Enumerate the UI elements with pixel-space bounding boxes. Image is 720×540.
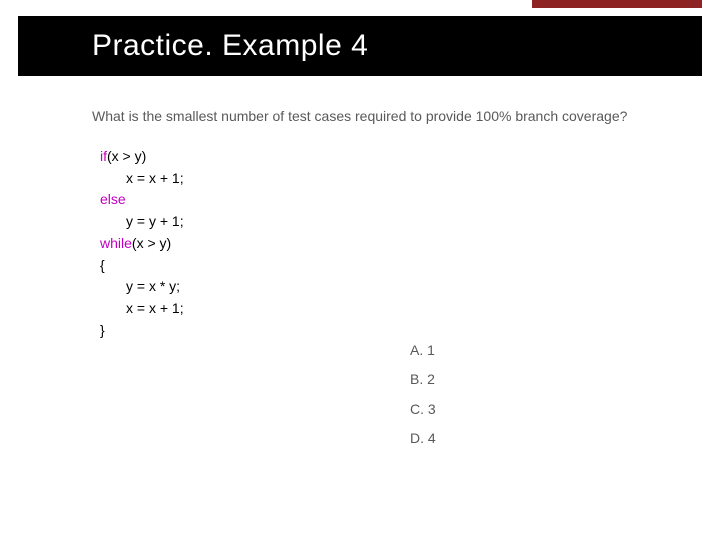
content-area: What is the smallest number of test case… bbox=[92, 108, 660, 341]
code-cond1: (x > y) bbox=[107, 148, 146, 164]
answer-list: A. 1 B. 2 C. 3 D. 4 bbox=[410, 336, 436, 454]
answer-c: C. 3 bbox=[410, 395, 436, 424]
code-cond2: (x > y) bbox=[132, 235, 171, 251]
question-text: What is the smallest number of test case… bbox=[92, 108, 642, 124]
keyword-else: else bbox=[100, 191, 126, 207]
code-assign-x1: x = x + 1; bbox=[100, 168, 184, 190]
code-line-8: x = x + 1; bbox=[100, 298, 660, 320]
code-block: if(x > y) x = x + 1; else y = y + 1; whi… bbox=[92, 146, 660, 341]
accent-bar bbox=[532, 0, 702, 8]
code-line-7: y = x * y; bbox=[100, 276, 660, 298]
answer-a: A. 1 bbox=[410, 336, 436, 365]
slide-title: Practice. Example 4 bbox=[92, 29, 368, 63]
code-line-4: y = y + 1; bbox=[100, 211, 660, 233]
title-bar: Practice. Example 4 bbox=[18, 16, 702, 76]
code-assign-x2: x = x + 1; bbox=[100, 298, 184, 320]
keyword-if: if bbox=[100, 148, 107, 164]
code-assign-y1: y = y + 1; bbox=[100, 211, 184, 233]
code-assign-y2: y = x * y; bbox=[100, 276, 180, 298]
answer-b: B. 2 bbox=[410, 365, 436, 394]
keyword-while: while bbox=[100, 235, 132, 251]
code-line-3: else bbox=[100, 189, 660, 211]
code-line-6: { bbox=[100, 255, 660, 277]
code-line-2: x = x + 1; bbox=[100, 168, 660, 190]
code-line-9: } bbox=[100, 320, 660, 342]
answer-d: D. 4 bbox=[410, 424, 436, 453]
code-line-5: while(x > y) bbox=[100, 233, 660, 255]
code-line-1: if(x > y) bbox=[100, 146, 660, 168]
